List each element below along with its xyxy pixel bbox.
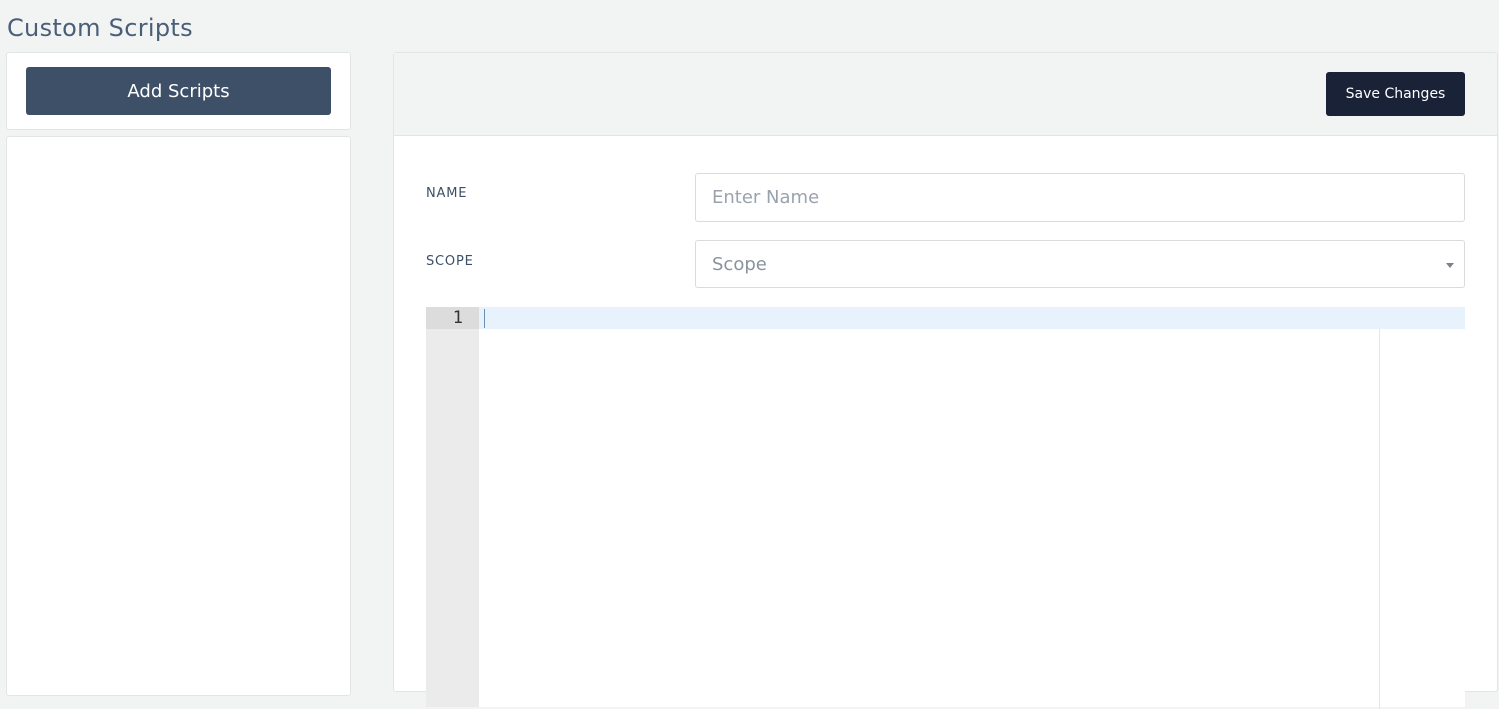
add-scripts-button[interactable]: Add Scripts <box>26 67 331 115</box>
script-editor-panel: Save Changes NAME SCOPE Scope 1 <box>393 52 1498 709</box>
code-editor[interactable]: 1 <box>426 307 1465 709</box>
active-line-highlight[interactable] <box>479 307 1465 329</box>
print-margin <box>1379 329 1380 709</box>
editor-toolbar: Save Changes <box>394 53 1497 136</box>
scope-label: SCOPE <box>426 254 474 269</box>
editor-gutter: 1 <box>426 307 479 707</box>
page-title: Custom Scripts <box>7 14 193 42</box>
name-input[interactable] <box>695 173 1465 222</box>
scope-select[interactable]: Scope <box>695 240 1465 288</box>
name-label: NAME <box>426 186 468 201</box>
scripts-list[interactable] <box>6 136 351 696</box>
line-number: 1 <box>452 308 463 328</box>
caret-down-icon <box>1446 263 1454 268</box>
scope-select-value: Scope <box>712 253 767 275</box>
text-cursor <box>484 309 485 328</box>
sidebar-header: Add Scripts <box>6 52 351 130</box>
save-changes-button[interactable]: Save Changes <box>1326 72 1465 116</box>
gutter-active-line: 1 <box>426 307 479 329</box>
